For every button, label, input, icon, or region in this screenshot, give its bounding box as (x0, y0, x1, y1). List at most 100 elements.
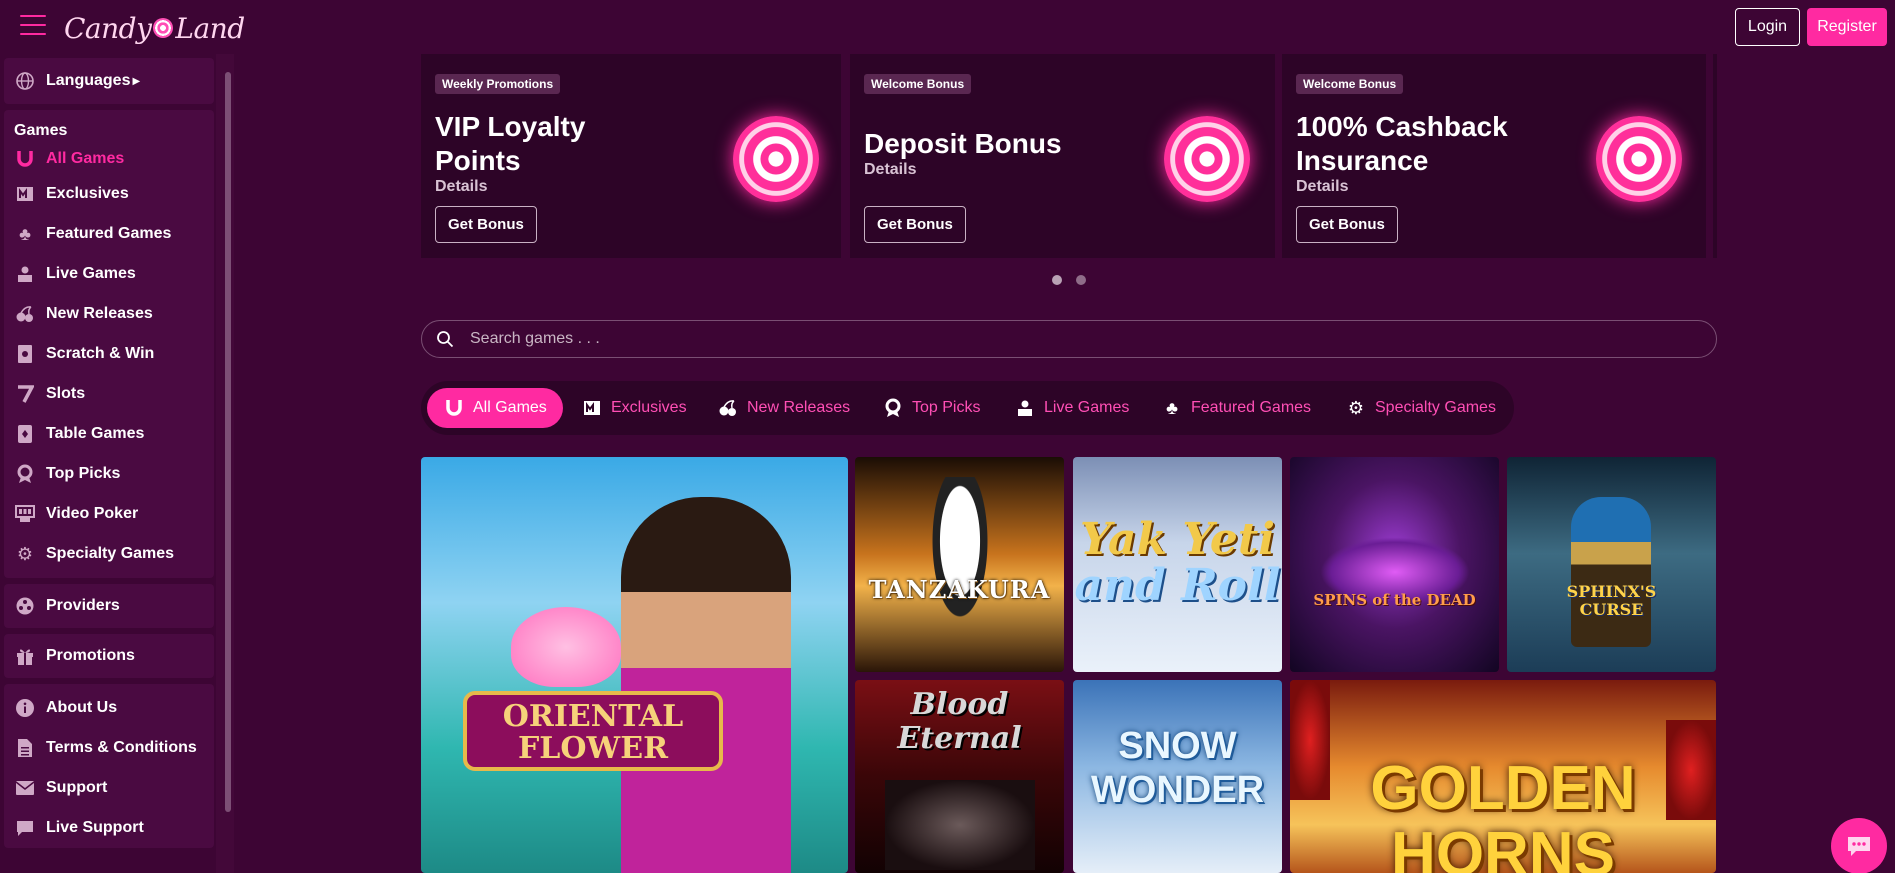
login-button[interactable]: Login (1735, 8, 1800, 46)
sidebar-item-about-us[interactable]: About Us (4, 688, 214, 728)
sidebar-item-label: New Releases (46, 305, 153, 322)
search-input[interactable] (470, 327, 1670, 351)
tab-featured-games[interactable]: ♣ Featured Games (1161, 388, 1311, 428)
sidebar-item-languages[interactable]: Languages ▶ (4, 58, 214, 104)
languages-block: Languages ▶ (4, 58, 214, 104)
promo-title: 100% Cashback Insurance (1296, 110, 1556, 178)
get-bonus-button[interactable]: Get Bonus (1296, 206, 1398, 243)
sidebar-item-label: Languages (46, 72, 131, 89)
game-title: SPHINX'S CURSE (1507, 583, 1716, 619)
sidebar-item-specialty-games[interactable]: ⚙ Specialty Games (4, 534, 214, 574)
sidebar-item-video-poker[interactable]: Video Poker (4, 494, 214, 534)
logo-text-right: Land (175, 11, 245, 45)
cherries-icon (14, 303, 36, 325)
lotus-icon (511, 607, 621, 687)
promo-tag: Weekly Promotions (435, 74, 561, 94)
clover-icon: ♣ (1166, 397, 1178, 418)
sidebar-item-label: Scratch & Win (46, 345, 155, 362)
promo-details-link[interactable]: Details (435, 178, 487, 196)
promo-card[interactable]: Welcome Bonus Deposit Bonus Details Get … (850, 54, 1275, 258)
game-tile-blood-eternal[interactable]: Blood Eternal (855, 680, 1064, 873)
register-button[interactable]: Register (1807, 8, 1887, 46)
tab-all-games[interactable]: All Games (427, 388, 563, 428)
sidebar-item-label: Top Picks (46, 465, 121, 482)
sidebar-item-providers[interactable]: Providers (4, 584, 214, 628)
get-bonus-button[interactable]: Get Bonus (864, 206, 966, 243)
promo-card[interactable]: Weekly Promotions VIP Loyalty Points Det… (421, 54, 841, 258)
promo-card-edge (1713, 54, 1717, 258)
search-bar[interactable] (421, 320, 1717, 358)
menu-icon[interactable] (20, 15, 46, 37)
promo-title: Deposit Bonus (864, 127, 1124, 161)
promo-details-link[interactable]: Details (864, 161, 916, 179)
award-icon (14, 463, 36, 485)
sidebar-item-slots[interactable]: Slots (4, 374, 214, 414)
sidebar-item-label: Exclusives (46, 185, 129, 202)
game-title: GOLDEN HORNS (1290, 756, 1716, 873)
sidebar-item-featured-games[interactable]: ♣ Featured Games (4, 214, 214, 254)
sidebar-item-label: About Us (46, 699, 118, 716)
candy-icon (1596, 116, 1682, 202)
game-tile-oriental-flower[interactable]: ORIENTAL FLOWER (421, 457, 848, 873)
gear-icon: ⚙ (16, 543, 34, 564)
logo[interactable]: Candy Land (64, 8, 245, 48)
sidebar-item-new-releases[interactable]: New Releases (4, 294, 214, 334)
games-heading: Games (14, 122, 68, 139)
sidebar-item-label: Video Poker (46, 505, 139, 522)
tab-specialty-games[interactable]: ⚙ Specialty Games (1345, 388, 1496, 428)
sidebar-item-live-games[interactable]: Live Games (4, 254, 214, 294)
game-tile-tanzakura[interactable]: TANZAKURA (855, 457, 1064, 672)
providers-icon (14, 595, 36, 617)
dealer-icon (14, 263, 36, 285)
get-bonus-button[interactable]: Get Bonus (435, 206, 537, 243)
sidebar-item-scratch-and-win[interactable]: Scratch & Win (4, 334, 214, 374)
search-icon (437, 331, 454, 348)
chat-icon (1848, 837, 1870, 856)
sidebar-item-live-support[interactable]: Live Support (4, 808, 214, 848)
sidebar-item-label: Live Games (46, 265, 136, 282)
game-tile-snow-wonder[interactable]: SNOW WONDER (1073, 680, 1282, 873)
carousel-dot[interactable] (1052, 275, 1062, 285)
game-tile-spins-of-the-dead[interactable]: SPINS of the DEAD (1290, 457, 1499, 672)
game-tile-yak-yeti-and-roll[interactable]: Yak Yeti and Roll (1073, 457, 1282, 672)
promo-card[interactable]: Welcome Bonus 100% Cashback Insurance De… (1282, 54, 1706, 258)
tab-live-games[interactable]: Live Games (1014, 388, 1129, 428)
promo-title-line: VIP Loyalty (435, 111, 586, 142)
tab-exclusives[interactable]: Exclusives (581, 388, 687, 428)
sidebar-item-promotions[interactable]: Promotions (4, 634, 214, 678)
sidebar-item-top-picks[interactable]: Top Picks (4, 454, 214, 494)
sidebar-item-table-games[interactable]: Table Games (4, 414, 214, 454)
promo-title-line: Deposit Bonus (864, 128, 1062, 159)
game-tile-golden-horns[interactable]: GOLDEN HORNS (1290, 680, 1716, 873)
game-title: SPINS of the DEAD (1313, 591, 1476, 609)
promo-details-link[interactable]: Details (1296, 178, 1348, 196)
cherries-icon (717, 397, 739, 419)
sidebar-item-label: Live Support (46, 819, 144, 836)
sidebar-item-exclusives[interactable]: Exclusives (4, 174, 214, 214)
game-tile-sphinxs-curse[interactable]: SPHINX'S CURSE (1507, 457, 1716, 672)
sidebar: Languages ▶ Games All Games Exclusives ♣… (0, 54, 234, 873)
promo-title-line: Points (435, 145, 521, 176)
logo-text-left: Candy (64, 11, 152, 45)
sidebar-item-support[interactable]: Support (4, 768, 214, 808)
document-icon (14, 737, 36, 759)
sidebar-scrollbar[interactable] (225, 72, 231, 812)
lollipop-icon (153, 18, 174, 38)
games-block: Games All Games Exclusives ♣ Featured Ga… (4, 110, 214, 578)
tab-label: Live Games (1044, 399, 1130, 416)
dealer-icon (1014, 397, 1036, 419)
poker-machine-icon (14, 503, 36, 525)
sidebar-item-terms[interactable]: Terms & Conditions (4, 728, 214, 768)
pharaoh-icon (1571, 497, 1651, 647)
sidebar-item-all-games[interactable]: All Games (4, 144, 214, 174)
game-title: Yak Yeti and Roll (1073, 517, 1282, 609)
tab-new-releases[interactable]: New Releases (717, 388, 850, 428)
game-title-line: HORNS (1391, 820, 1615, 873)
card-icon (14, 423, 36, 445)
promo-tag: Welcome Bonus (1296, 74, 1404, 94)
carousel-dot[interactable] (1076, 275, 1086, 285)
game-title-line: Yak Yeti (1080, 514, 1275, 565)
tab-top-picks[interactable]: Top Picks (882, 388, 980, 428)
chat-button[interactable] (1831, 818, 1887, 873)
candy-icon (1164, 116, 1250, 202)
